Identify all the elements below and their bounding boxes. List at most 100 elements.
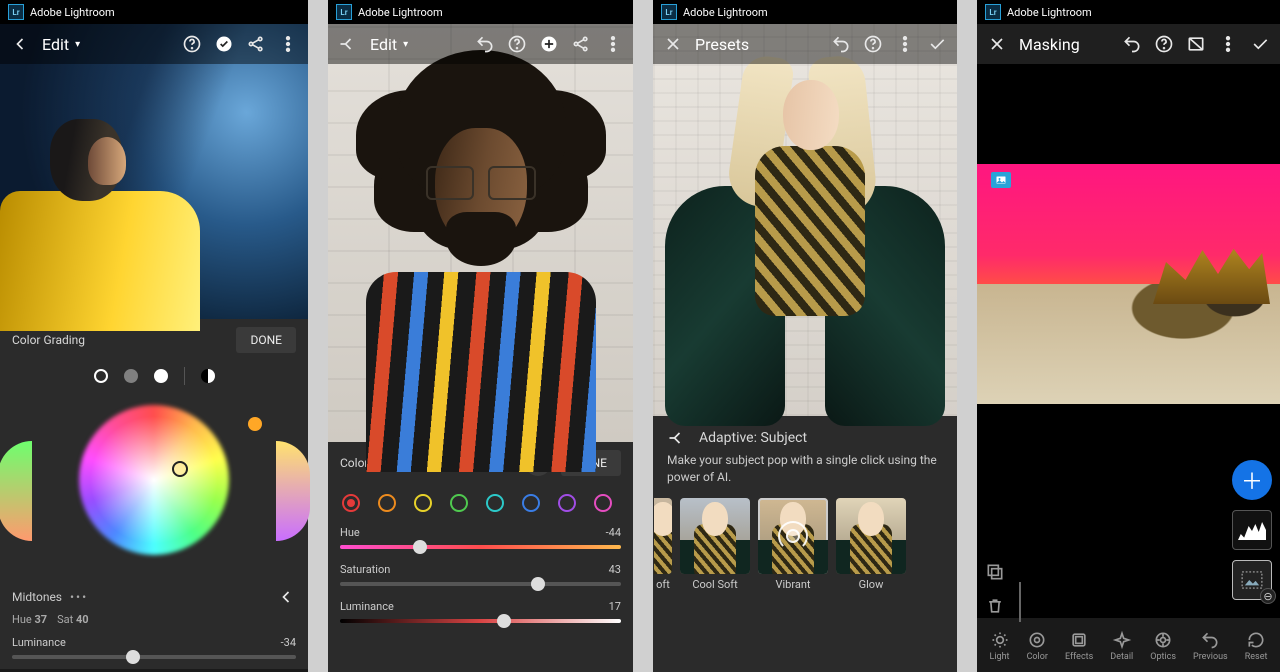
app-name: Adobe Lightroom <box>358 6 443 19</box>
midtones-dot[interactable] <box>124 369 138 383</box>
tab-label: Light <box>990 652 1010 662</box>
help-icon[interactable] <box>182 34 202 54</box>
tab-label: Color <box>1027 652 1048 662</box>
photo-preview <box>977 164 1280 404</box>
preset-thumb-glow[interactable] <box>836 498 906 574</box>
preset-thumb-oft[interactable] <box>654 498 672 574</box>
image-badge-icon[interactable] <box>991 172 1011 188</box>
highlights-dot[interactable] <box>154 369 168 383</box>
luminance-slider[interactable] <box>340 619 621 623</box>
overlay-icon[interactable] <box>985 562 1005 582</box>
global-dot[interactable] <box>201 369 215 383</box>
chevron-down-icon: ▾ <box>75 39 80 50</box>
preset-label: oft <box>656 578 670 591</box>
edit-tab-color[interactable]: Color <box>1027 630 1048 662</box>
masking-toolbar: Masking <box>977 24 1280 64</box>
add-icon[interactable] <box>539 34 559 54</box>
edit-tab-detail[interactable]: Detail <box>1110 630 1133 662</box>
hue-value: -44 <box>606 526 621 539</box>
lightroom-logo: Lr <box>661 4 677 20</box>
subtract-mask-icon[interactable]: ⊖ <box>1260 588 1276 604</box>
close-icon[interactable] <box>663 34 683 54</box>
edit-tab-previous[interactable]: Previous <box>1193 630 1228 662</box>
mode-dropdown[interactable]: Edit▾ <box>42 35 80 54</box>
preset-label: Glow <box>859 578 884 591</box>
app-name: Adobe Lightroom <box>1007 6 1092 19</box>
saturation-slider[interactable] <box>340 582 621 586</box>
range-label: Midtones <box>12 590 62 604</box>
add-mask-button[interactable]: ＋ <box>1232 460 1272 500</box>
photo-preview[interactable] <box>653 24 957 416</box>
color-channel-5[interactable] <box>522 494 540 512</box>
amount-slider[interactable] <box>1019 582 1021 622</box>
mode-dropdown[interactable]: Edit▾ <box>370 35 408 54</box>
help-icon[interactable] <box>507 34 527 54</box>
saturation-label: Saturation <box>340 563 390 576</box>
undo-icon[interactable] <box>475 34 495 54</box>
back-arrow-icon[interactable] <box>338 34 358 54</box>
confirm-check-icon[interactable] <box>927 34 947 54</box>
luminance-slider[interactable] <box>12 655 296 659</box>
more-icon[interactable] <box>603 34 623 54</box>
panel-title: Color Grading <box>12 333 85 347</box>
edit-tab-effects[interactable]: Effects <box>1065 630 1093 662</box>
color-channel-1[interactable] <box>378 494 396 512</box>
mode-label: Presets <box>695 35 749 54</box>
confirm-check-icon[interactable] <box>1250 34 1270 54</box>
wheel-hue-indicator[interactable] <box>248 417 262 431</box>
light-icon <box>990 630 1010 650</box>
collapse-chevron-icon[interactable] <box>276 587 296 607</box>
photo-preview[interactable] <box>0 24 308 319</box>
app-name: Adobe Lightroom <box>683 6 768 19</box>
done-button[interactable]: DONE <box>236 327 296 353</box>
back-arrow-icon[interactable] <box>667 428 687 448</box>
trash-icon[interactable] <box>985 596 1005 616</box>
lightroom-logo: Lr <box>985 4 1001 20</box>
undo-icon[interactable] <box>1122 34 1142 54</box>
mask-thumbnail-1[interactable] <box>1232 510 1272 550</box>
color-channel-7[interactable] <box>594 494 612 512</box>
close-icon[interactable] <box>987 34 1007 54</box>
color-channel-4[interactable] <box>486 494 504 512</box>
shadows-dot[interactable] <box>94 369 108 383</box>
help-icon[interactable] <box>863 34 883 54</box>
photo-preview[interactable] <box>328 24 633 442</box>
more-icon[interactable] <box>895 34 915 54</box>
color-icon <box>1027 630 1047 650</box>
edit-tab-optics[interactable]: Optics <box>1150 630 1176 662</box>
undo-icon[interactable] <box>831 34 851 54</box>
color-channel-6[interactable] <box>558 494 576 512</box>
color-channel-3[interactable] <box>450 494 468 512</box>
detail-icon <box>1112 630 1132 650</box>
color-channel-0[interactable] <box>342 494 360 512</box>
mode-label: Masking <box>1019 35 1080 54</box>
preset-thumb-vibrant[interactable] <box>758 498 828 574</box>
more-icon[interactable] <box>1218 34 1238 54</box>
more-icon[interactable] <box>278 34 298 54</box>
range-more-icon[interactable]: ••• <box>70 590 88 604</box>
preset-thumb-cool-soft[interactable] <box>680 498 750 574</box>
back-arrow-icon[interactable] <box>10 34 30 54</box>
hue-label: Hue <box>340 526 360 539</box>
edit-toolbar: Edit▾ <box>328 24 633 64</box>
edit-tab-reset[interactable]: Reset <box>1245 630 1268 662</box>
share-icon[interactable] <box>571 34 591 54</box>
edit-tab-light[interactable]: Light <box>990 630 1010 662</box>
tab-label: Optics <box>1150 652 1176 662</box>
preset-description: Make your subject pop with a single clic… <box>653 452 957 498</box>
chevron-down-icon: ▾ <box>403 39 408 50</box>
tone-range-selector <box>0 361 308 391</box>
luminance-value: -34 <box>281 636 296 649</box>
color-wheel[interactable] <box>0 391 308 581</box>
previous-icon <box>1200 630 1220 650</box>
color-channel-2[interactable] <box>414 494 432 512</box>
approve-icon[interactable] <box>214 34 234 54</box>
app-titlebar: Lr Adobe Lightroom <box>0 0 308 24</box>
canvas-area[interactable]: ＋ ⊖ <box>977 64 1280 618</box>
share-icon[interactable] <box>246 34 266 54</box>
preset-label: Vibrant <box>775 578 810 591</box>
compare-icon[interactable] <box>1186 34 1206 54</box>
help-icon[interactable] <box>1154 34 1174 54</box>
luminance-value: 17 <box>609 600 621 613</box>
hue-slider[interactable] <box>340 545 621 549</box>
